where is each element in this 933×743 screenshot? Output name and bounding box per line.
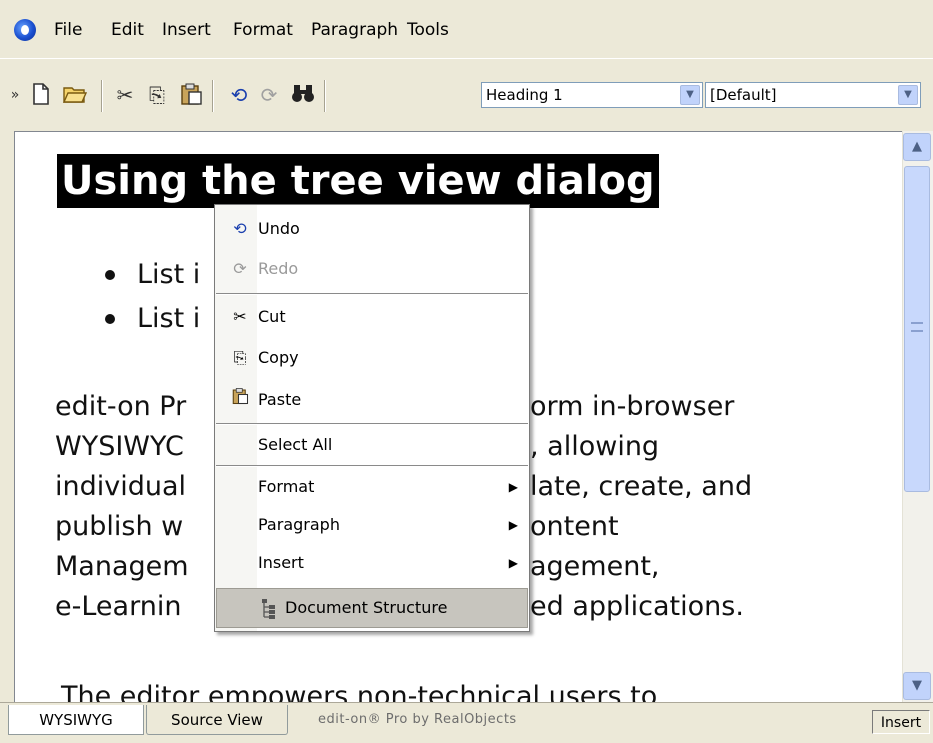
toolbar-separator [101, 80, 103, 112]
chevron-down-icon[interactable]: ▼ [898, 85, 918, 105]
toolbar-separator [212, 80, 214, 112]
scroll-down-button[interactable]: ▼ [903, 672, 931, 700]
menu-edit[interactable]: Edit [111, 20, 144, 40]
paragraph-style-value: Heading 1 [486, 86, 563, 104]
menu-paragraph[interactable]: Paragraph [311, 20, 398, 40]
menu-item-label: Copy [258, 348, 299, 367]
context-menu-undo[interactable]: ⟲ Undo [216, 210, 528, 248]
submenu-arrow-icon: ▶ [508, 518, 518, 532]
scrollbar-grip-icon [911, 322, 923, 332]
copy-icon[interactable]: ⎘ [144, 82, 170, 108]
app-logo-icon [14, 19, 36, 41]
open-folder-icon[interactable] [62, 82, 88, 108]
menu-separator [216, 465, 528, 467]
menu-separator [216, 423, 528, 425]
submenu-arrow-icon: ▶ [508, 556, 518, 570]
menu-item-label: Format [258, 477, 315, 496]
font-style-select[interactable]: [Default] ▼ [705, 82, 921, 108]
edit-mode-indicator: Insert [872, 710, 930, 734]
list-bullet [105, 314, 115, 324]
paragraph-line-left[interactable]: Managem [55, 547, 189, 587]
brand-label: edit-on® Pro by RealObjects [318, 712, 517, 727]
context-menu-paragraph[interactable]: Paragraph ▶ [216, 506, 528, 544]
menu-item-label: Undo [258, 219, 300, 238]
menu-separator [216, 293, 528, 295]
undo-icon: ⟲ [233, 219, 247, 238]
context-menu-paste[interactable]: Paste [216, 381, 528, 419]
paragraph-line-left[interactable]: edit-on Pr [55, 387, 186, 427]
paragraph-line-right[interactable]: late, create, and [530, 467, 752, 507]
context-menu-insert[interactable]: Insert ▶ [216, 544, 528, 582]
menu-item-label: Select All [258, 435, 333, 454]
menu-tools[interactable]: Tools [407, 20, 449, 40]
list-bullet [105, 270, 115, 280]
chevron-down-icon[interactable]: ▼ [680, 85, 700, 105]
menu-item-label: Paragraph [258, 515, 340, 534]
submenu-arrow-icon: ▶ [508, 480, 518, 494]
paste-icon[interactable] [178, 82, 204, 108]
context-menu-document-structure[interactable]: Document Structure [216, 588, 528, 628]
paragraph-line-right[interactable]: ontent [530, 507, 619, 547]
context-menu-select-all[interactable]: Select All [216, 426, 528, 464]
context-menu-redo[interactable]: ⟳ Redo [216, 250, 528, 288]
paragraph-line-right[interactable]: , allowing [530, 427, 659, 467]
overflow-chevron-icon[interactable]: » [2, 82, 28, 108]
menu-item-label: Paste [258, 390, 302, 409]
find-binoculars-icon[interactable] [290, 82, 316, 108]
menu-item-label: Cut [258, 307, 286, 326]
tab-wysiwyg[interactable]: WYSIWYG [8, 705, 144, 735]
context-menu-copy[interactable]: ⎘ Copy [216, 339, 528, 377]
paragraph-line-left[interactable]: publish w [55, 507, 183, 547]
context-menu-cut[interactable]: ✂ Cut [216, 298, 528, 336]
tab-source-view[interactable]: Source View [146, 705, 288, 735]
menu-insert[interactable]: Insert [162, 20, 211, 40]
paste-icon [230, 381, 250, 419]
paragraph-line-right[interactable]: agement, [530, 547, 660, 587]
paragraph-style-select[interactable]: Heading 1 ▼ [481, 82, 703, 108]
list-item[interactable]: List i [137, 255, 200, 295]
menu-file[interactable]: File [54, 20, 82, 40]
paragraph-line-left[interactable]: e-Learnin [55, 587, 181, 627]
redo-icon[interactable]: ⟳ [256, 82, 282, 108]
undo-icon[interactable]: ⟲ [226, 82, 252, 108]
menu-item-label: Insert [258, 553, 304, 572]
new-document-icon[interactable] [28, 82, 54, 108]
scroll-up-button[interactable]: ▲ [903, 133, 931, 161]
paragraph-line-partial[interactable]: The editor empowers non-technical users … [61, 677, 657, 703]
toolbar-separator [324, 80, 326, 112]
cut-icon: ✂ [233, 307, 247, 326]
paragraph-line-right[interactable]: orm in-browser [530, 387, 734, 427]
copy-icon: ⎘ [233, 348, 247, 367]
menu-item-label: Redo [258, 259, 299, 278]
paragraph-line-right[interactable]: ed applications. [530, 587, 744, 627]
tree-structure-icon [259, 589, 279, 627]
font-style-value: [Default] [710, 86, 777, 104]
redo-icon: ⟳ [233, 259, 247, 278]
menu-format[interactable]: Format [233, 20, 293, 40]
paragraph-line-left[interactable]: individual [55, 467, 186, 507]
cut-icon[interactable]: ✂ [112, 82, 138, 108]
list-item[interactable]: List i [137, 299, 200, 339]
paragraph-line-left[interactable]: WYSIWYC [55, 427, 184, 467]
context-menu-format[interactable]: Format ▶ [216, 468, 528, 506]
menu-item-label: Document Structure [285, 598, 448, 617]
document-heading[interactable]: Using the tree view dialog [57, 154, 659, 208]
